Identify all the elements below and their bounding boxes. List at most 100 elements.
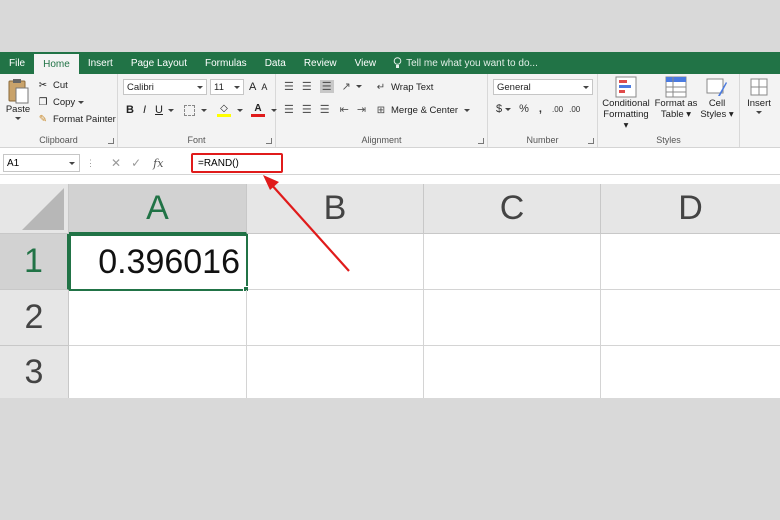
tab-home[interactable]: Home <box>34 54 79 74</box>
paste-button[interactable]: Paste <box>4 78 32 120</box>
shrink-font-button[interactable]: A <box>261 82 267 92</box>
tab-page-layout[interactable]: Page Layout <box>122 52 196 74</box>
tab-review[interactable]: Review <box>295 52 346 74</box>
tab-insert[interactable]: Insert <box>79 52 122 74</box>
cell-a3[interactable] <box>69 346 247 398</box>
cell-a2[interactable] <box>69 290 247 346</box>
tell-me-box[interactable]: Tell me what you want to do... <box>385 52 538 74</box>
merge-center-button[interactable]: ⊞ Merge & Center <box>374 103 471 117</box>
font-size-select[interactable]: 11 <box>210 79 244 95</box>
column-header-c[interactable]: C <box>424 184 601 234</box>
insert-cells-dropdown-icon <box>756 111 762 114</box>
cell-label: Cell <box>708 98 726 109</box>
currency-button[interactable]: $ <box>496 103 502 115</box>
align-left-icon[interactable]: ☰ <box>284 103 294 116</box>
underline-dropdown-icon[interactable] <box>167 108 174 112</box>
font-name-select[interactable]: Calibri <box>123 79 207 95</box>
top-align-icon[interactable]: ☰ <box>284 80 294 93</box>
underline-button[interactable]: U <box>155 104 163 116</box>
percent-button[interactable]: % <box>519 103 529 115</box>
borders-dropdown-icon[interactable] <box>200 108 207 112</box>
styles-label: Styles ▾ <box>700 109 734 120</box>
font-size-dropdown-icon <box>234 85 240 89</box>
insert-cells-button[interactable]: Insert <box>744 76 774 114</box>
number-format-select[interactable]: General <box>493 79 593 95</box>
row-header-2[interactable]: 2 <box>0 290 69 346</box>
column-header-a[interactable]: A <box>69 184 247 234</box>
fill-color-icon[interactable]: ◇ <box>216 103 231 117</box>
cancel-icon[interactable]: ✕ <box>111 156 121 170</box>
increase-decimal-icon[interactable]: .00 <box>552 105 563 114</box>
column-header-b[interactable]: B <box>247 184 424 234</box>
cell-b3[interactable] <box>247 346 424 398</box>
decrease-indent-icon[interactable]: ⇤ <box>340 103 349 116</box>
italic-button[interactable]: I <box>143 104 146 116</box>
column-header-d[interactable]: D <box>601 184 780 234</box>
more-options-icon: ⋮ <box>86 157 95 168</box>
paste-icon <box>8 79 29 104</box>
tab-data[interactable]: Data <box>256 52 295 74</box>
cell-c3[interactable] <box>424 346 601 398</box>
wrap-text-button[interactable]: ↵ Wrap Text <box>374 80 434 94</box>
orientation-icon[interactable]: ↗ <box>342 80 351 93</box>
cell-d1[interactable] <box>601 234 780 290</box>
tab-file[interactable]: File <box>0 52 34 74</box>
cell-d2[interactable] <box>601 290 780 346</box>
middle-align-icon[interactable]: ☰ <box>302 80 312 93</box>
number-launcher-icon[interactable] <box>588 138 594 144</box>
alignment-group: ☰ ☰ ☰ ↗ ↵ Wrap Text ☰ ☰ ☰ ⇤ ⇥ ⊞ Merge & … <box>276 74 488 147</box>
font-group: Calibri 11 A A B I U ◇ A Font <box>118 74 277 147</box>
alignment-launcher-icon[interactable] <box>478 138 484 144</box>
cell-c2[interactable] <box>424 290 601 346</box>
styles-text: Styles <box>700 109 727 120</box>
font-launcher-icon[interactable] <box>266 138 272 144</box>
cell-b2[interactable] <box>247 290 424 346</box>
wrap-text-icon: ↵ <box>376 81 386 93</box>
cut-button[interactable]: ✂ Cut <box>36 78 68 92</box>
align-center-icon[interactable]: ☰ <box>302 103 312 116</box>
tab-view[interactable]: View <box>346 52 386 74</box>
row-header-1[interactable]: 1 <box>0 234 69 290</box>
borders-icon[interactable] <box>183 104 195 116</box>
enter-check-icon[interactable]: ✓ <box>131 156 141 170</box>
grow-font-button[interactable]: A <box>249 81 256 93</box>
merge-dropdown-icon <box>464 108 471 112</box>
cell-b1[interactable] <box>248 234 424 290</box>
name-box[interactable]: A1 <box>3 154 80 172</box>
ribbon-tabs: File Home Insert Page Layout Formulas Da… <box>0 52 780 74</box>
table-text: Table <box>660 109 684 120</box>
bold-button[interactable]: B <box>126 104 134 116</box>
fill-color-dropdown-icon[interactable] <box>236 108 243 112</box>
number-format-dropdown-icon <box>583 85 589 89</box>
decrease-decimal-icon[interactable]: .00 <box>569 105 580 114</box>
insert-function-button[interactable]: fx <box>153 157 163 170</box>
increase-indent-icon[interactable]: ⇥ <box>357 103 366 116</box>
tab-formulas[interactable]: Formulas <box>196 52 256 74</box>
font-name-dropdown-icon <box>197 85 203 89</box>
cell-c1[interactable] <box>424 234 601 290</box>
font-color-icon[interactable]: A <box>250 103 265 117</box>
bottom-align-icon[interactable]: ☰ <box>319 80 334 93</box>
formula-text: =RAND() <box>198 157 239 169</box>
row-header-3[interactable]: 3 <box>0 346 69 398</box>
format-painter-button[interactable]: ✎ Format Painter <box>36 112 116 126</box>
select-all-corner[interactable] <box>0 184 69 234</box>
font-size-value: 11 <box>214 81 224 93</box>
currency-dropdown-icon[interactable] <box>505 107 512 111</box>
formula-input[interactable]: =RAND() <box>191 153 283 173</box>
alignment-group-label: Alignment <box>361 135 402 145</box>
table-label: Table ▾ <box>660 109 692 120</box>
formula-bar: A1 ⋮ ✕ ✓ fx =RAND() <box>0 151 780 175</box>
copy-button[interactable]: ❐ Copy <box>36 95 85 109</box>
clipboard-launcher-icon[interactable] <box>108 138 114 144</box>
copy-icon: ❐ <box>38 96 48 108</box>
cell-a1[interactable]: 0.396016 <box>69 234 248 291</box>
orientation-dropdown-icon[interactable] <box>355 85 362 88</box>
align-right-icon[interactable]: ☰ <box>320 103 330 116</box>
comma-button[interactable]: , <box>539 103 542 115</box>
format-as-table-button[interactable]: Format as Table ▾ <box>654 76 698 120</box>
formula-controls: ⋮ ✕ ✓ fx <box>86 154 163 172</box>
cell-d3[interactable] <box>601 346 780 398</box>
conditional-formatting-button[interactable]: Conditional Formatting ▾ <box>600 76 652 131</box>
cell-styles-button[interactable]: Cell Styles ▾ <box>698 76 736 120</box>
